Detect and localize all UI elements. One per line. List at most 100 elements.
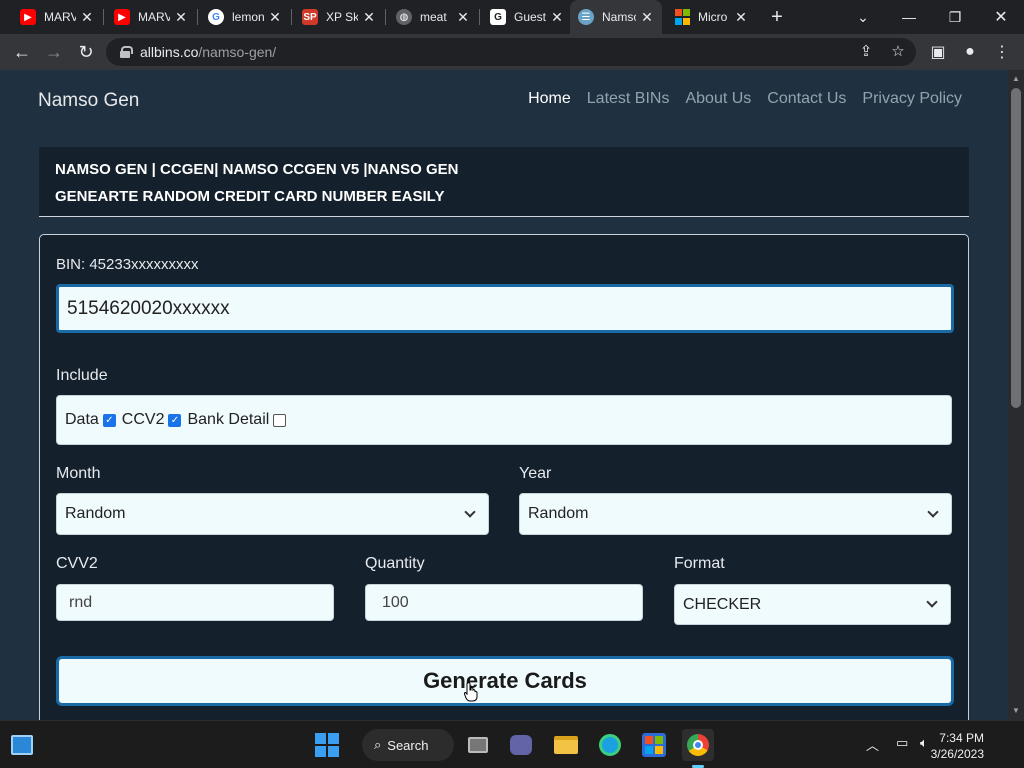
cvv2-input[interactable]: rnd — [56, 584, 334, 621]
tab-4[interactable]: SP XP Sk ✕ — [294, 0, 384, 34]
nav-privacy-policy[interactable]: Privacy Policy — [862, 90, 962, 108]
tab-title: Namso — [602, 10, 636, 24]
clock-date: 3/26/2023 — [930, 747, 984, 761]
store-icon[interactable] — [638, 729, 670, 761]
format-select[interactable]: CHECKER — [674, 584, 951, 625]
microsoft-icon — [674, 9, 690, 25]
page-subtitle: GENEARTE RANDOM CREDIT CARD NUMBER EASIL… — [55, 188, 445, 205]
nav-links: Home Latest BINs About Us Contact Us Pri… — [528, 90, 962, 108]
scroll-down-arrow-icon[interactable]: ▼ — [1008, 704, 1024, 718]
share-icon[interactable]: ⇪ — [856, 42, 876, 62]
reload-icon[interactable]: ↻ — [72, 38, 100, 66]
close-icon[interactable]: ✕ — [456, 9, 470, 26]
browser-toolbar: ← → ↻ allbins.co/namso-gen/ ⇪ ☆ ▣ ● ⋮ — [0, 34, 1024, 70]
site-brand[interactable]: Namso Gen — [38, 90, 139, 112]
tab-title: MARVEL — [138, 10, 170, 24]
tab-8[interactable]: Micro ✕ — [666, 0, 756, 34]
tab-2[interactable]: ▶ MARVEL ✕ — [106, 0, 196, 34]
close-icon[interactable]: ✕ — [174, 9, 188, 26]
tab-3[interactable]: G lemon ✕ — [200, 0, 290, 34]
quantity-label: Quantity — [365, 555, 425, 572]
tray-overflow-chevron-icon[interactable]: ︿ — [866, 735, 879, 754]
include-label: Include — [56, 367, 108, 384]
restore-icon[interactable]: ❐ — [932, 0, 978, 34]
url-domain: allbins.co — [140, 44, 199, 60]
side-panel-icon[interactable]: ▣ — [924, 38, 952, 66]
g-icon: G — [490, 9, 506, 25]
task-view-icon[interactable] — [462, 729, 494, 761]
generate-cards-button[interactable]: Generate Cards — [56, 656, 954, 706]
tab-title: MARVEL — [44, 10, 76, 24]
tab-separator — [197, 9, 198, 25]
tab-search-icon[interactable]: ⌄ — [840, 0, 886, 34]
page-title: NAMSO GEN | CCGEN| NAMSO CCGEN V5 |NANSO… — [55, 161, 459, 178]
system-clock[interactable]: 7:34 PM 3/26/2023 — [931, 730, 984, 762]
menu-kebab-icon[interactable]: ⋮ — [988, 38, 1016, 66]
month-label: Month — [56, 465, 101, 482]
nav-latest-bins[interactable]: Latest BINs — [587, 90, 670, 108]
include-data-checkbox[interactable]: ✓ — [102, 413, 116, 427]
edge-icon[interactable] — [594, 729, 626, 761]
tab-title: Micro — [698, 10, 728, 24]
year-label: Year — [519, 465, 552, 482]
clock-time: 7:34 PM — [939, 731, 984, 745]
include-data-label: Data — [65, 411, 99, 428]
heading-card: NAMSO GEN | CCGEN| NAMSO CCGEN V5 |NANSO… — [39, 147, 969, 217]
close-icon[interactable]: ✕ — [80, 9, 94, 26]
chrome-icon[interactable] — [682, 729, 714, 761]
close-icon[interactable]: ✕ — [268, 9, 282, 26]
generator-form: BIN: 45233xxxxxxxxx 5154620020xxxxxx Inc… — [39, 234, 969, 720]
chevron-down-icon — [927, 505, 939, 518]
start-windows-icon[interactable] — [311, 729, 343, 761]
scrollbar-thumb[interactable] — [1011, 88, 1021, 408]
include-ccv2-label: CCV2 — [121, 411, 165, 428]
new-tab-button[interactable]: + — [764, 0, 790, 34]
taskbar-search-label: Search — [387, 737, 429, 753]
address-bar[interactable]: allbins.co/namso-gen/ — [106, 38, 916, 66]
chevron-down-icon — [926, 596, 938, 608]
back-arrow-icon[interactable]: ← — [8, 38, 36, 66]
close-icon[interactable]: ✕ — [550, 9, 564, 26]
file-explorer-icon[interactable] — [550, 729, 582, 761]
tab-title: XP Sk — [326, 10, 358, 24]
chat-icon[interactable] — [505, 729, 537, 761]
quantity-input[interactable]: 100 — [365, 584, 643, 621]
month-select[interactable]: Random — [56, 493, 489, 535]
include-bank-detail-checkbox[interactable] — [273, 413, 287, 427]
nav-about-us[interactable]: About Us — [685, 90, 751, 108]
taskbar-search[interactable]: ⌕ Search — [362, 729, 454, 761]
tab-separator — [385, 9, 386, 25]
youtube-icon: ▶ — [114, 9, 130, 25]
year-select[interactable]: Random — [519, 493, 952, 535]
url-path: /namso-gen/ — [198, 44, 277, 60]
forward-arrow-icon[interactable]: → — [40, 38, 68, 66]
year-value: Random — [528, 505, 589, 522]
tab-active[interactable]: ☰ Namso ✕ — [570, 0, 662, 34]
nav-home[interactable]: Home — [528, 90, 571, 108]
tab-strip: ▶ MARVEL ✕ ▶ MARVEL ✕ G lemon ✕ SP XP Sk… — [0, 0, 1024, 34]
network-icon[interactable]: ▭ — [896, 735, 908, 751]
page-scrollbar[interactable]: ▲ ▼ — [1008, 70, 1024, 720]
bin-input[interactable]: 5154620020xxxxxx — [56, 284, 954, 333]
format-value: CHECKER — [683, 595, 762, 613]
widgets-icon[interactable] — [6, 729, 38, 761]
close-icon[interactable]: ✕ — [640, 9, 654, 26]
nav-contact-us[interactable]: Contact Us — [767, 90, 846, 108]
window-close-icon[interactable]: ✕ — [978, 0, 1024, 34]
include-ccv2-checkbox[interactable]: ✓ — [168, 413, 182, 427]
search-icon: ⌕ — [374, 737, 382, 752]
format-label: Format — [674, 555, 725, 572]
volume-icon[interactable]: 🔈︎ — [920, 735, 928, 751]
tab-6[interactable]: G Guest ✕ — [482, 0, 572, 34]
close-icon[interactable]: ✕ — [734, 9, 748, 26]
close-icon[interactable]: ✕ — [362, 9, 376, 26]
profile-icon[interactable]: ● — [956, 38, 984, 66]
bin-label: BIN: 45233xxxxxxxxx — [56, 256, 199, 273]
scroll-up-arrow-icon[interactable]: ▲ — [1008, 72, 1024, 86]
tab-5[interactable]: ◍ meat ✕ — [388, 0, 478, 34]
tab-separator — [479, 9, 480, 25]
minimize-icon[interactable]: — — [886, 0, 932, 34]
tab-1[interactable]: ▶ MARVEL ✕ — [12, 0, 102, 34]
bookmark-star-icon[interactable]: ☆ — [888, 42, 908, 62]
google-icon: G — [208, 9, 224, 25]
